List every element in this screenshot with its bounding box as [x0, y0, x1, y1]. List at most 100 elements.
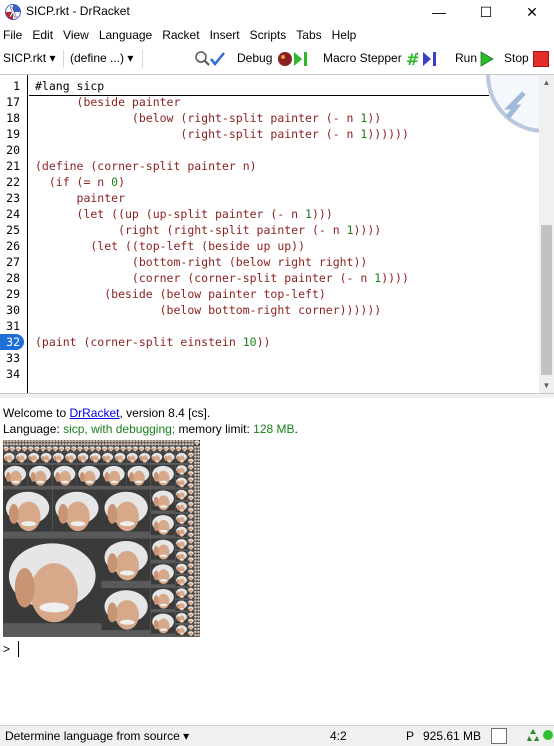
einstein-tile [196, 504, 200, 508]
menu-racket[interactable]: Racket [157, 25, 204, 45]
menu-tabs[interactable]: Tabs [291, 25, 326, 45]
einstein-tile [193, 553, 197, 557]
einstein-tile [193, 452, 197, 456]
einstein-tile [27, 443, 31, 447]
einstein-tile [150, 446, 157, 453]
einstein-tile [178, 443, 182, 447]
macro-stepper-button[interactable]: Macro Stepper [323, 51, 402, 65]
check-syntax-icon[interactable] [193, 50, 227, 68]
einstein-tile [193, 572, 197, 576]
einstein-tile [196, 541, 200, 545]
einstein-tile [126, 464, 151, 490]
menu-scripts[interactable]: Scripts [245, 25, 292, 45]
language-selector[interactable]: Determine language from source ▾ [5, 729, 189, 743]
einstein-tile [190, 440, 194, 444]
einstein-tile [150, 612, 176, 637]
repl-prompt: > [3, 642, 11, 656]
einstein-tile [193, 446, 197, 450]
line-number: 23 [6, 191, 20, 205]
menu-edit[interactable]: Edit [27, 25, 58, 45]
definitions-editor[interactable]: 1 #lang sicp ▲ ▼ 17 (beside painter 18 (b… [0, 74, 554, 394]
svg-text:': ' [416, 52, 418, 62]
einstein-tile [187, 606, 194, 613]
interactions-pane[interactable]: Welcome to DrRacket, version 8.4 [cs]. L… [0, 398, 554, 716]
language-prefix: Language: [3, 422, 64, 436]
einstein-tile [193, 630, 197, 634]
einstein-tile [196, 584, 200, 588]
welcome-message: Welcome to DrRacket, version 8.4 [cs]. [3, 405, 210, 421]
debug-button[interactable]: Debug [237, 51, 272, 65]
einstein-tile [138, 440, 142, 444]
menu-language[interactable]: Language [94, 25, 157, 45]
einstein-tile [79, 440, 84, 444]
einstein-tile [175, 464, 188, 477]
einstein-tile [21, 440, 25, 444]
einstein-tile [138, 452, 151, 465]
einstein-tile [193, 603, 197, 607]
einstein-tile [89, 452, 102, 465]
close-button[interactable]: ✕ [510, 0, 554, 24]
einstein-tile [193, 467, 197, 471]
einstein-tile [193, 470, 197, 474]
menu-view[interactable]: View [58, 25, 94, 45]
einstein-tile [175, 563, 188, 576]
line-number: 27 [6, 255, 20, 269]
einstein-tile [196, 600, 200, 604]
scroll-up-icon[interactable]: ▲ [539, 75, 554, 90]
einstein-tile [67, 440, 71, 444]
einstein-tile [196, 529, 200, 533]
einstein-tile [104, 443, 108, 447]
einstein-tile [187, 587, 194, 594]
stop-square-icon[interactable] [533, 51, 549, 67]
einstein-tile [196, 587, 200, 591]
einstein-tile [119, 443, 124, 447]
einstein-tile [196, 483, 200, 487]
memory-usage[interactable]: 925.61 MB [423, 729, 481, 743]
drracket-link[interactable]: DrRacket [69, 406, 119, 420]
line-number: 17 [6, 95, 20, 109]
einstein-tile [193, 492, 197, 496]
einstein-tile [43, 440, 47, 444]
welcome-suffix: , version 8.4 [cs]. [119, 406, 211, 420]
line-number: 29 [6, 287, 20, 301]
einstein-tile [175, 587, 188, 601]
run-button[interactable]: Run [455, 51, 477, 65]
einstein-tile [196, 569, 200, 573]
stop-button[interactable]: Stop [504, 51, 529, 65]
define-dropdown[interactable]: (define ...) ▾ [70, 51, 133, 65]
debug-icon[interactable] [277, 50, 317, 68]
menu-file[interactable]: File [0, 25, 27, 45]
einstein-tile [61, 440, 65, 444]
einstein-tile [144, 440, 148, 444]
file-dropdown[interactable]: SICP.rkt ▾ [3, 51, 55, 65]
macro-stepper-icon[interactable]: # ' [406, 50, 444, 68]
einstein-tile [150, 440, 154, 444]
einstein-tile [193, 600, 197, 604]
einstein-tile [55, 443, 59, 447]
einstein-tile [196, 544, 200, 548]
einstein-tile [135, 440, 139, 444]
einstein-tile [187, 538, 194, 545]
einstein-tile [76, 452, 90, 465]
einstein-tile [126, 446, 133, 453]
einstein-tile [196, 578, 200, 582]
maximize-button[interactable]: ☐ [463, 0, 509, 24]
menu-help[interactable]: Help [327, 25, 362, 45]
einstein-tile [196, 538, 200, 542]
einstein-tile [132, 443, 136, 447]
einstein-tile [30, 440, 34, 444]
run-arrow-icon[interactable] [479, 50, 495, 68]
einstein-tile [196, 532, 200, 536]
einstein-tile [169, 440, 173, 444]
einstein-tile [193, 520, 197, 524]
line-number: 34 [6, 367, 20, 381]
einstein-tile [187, 563, 194, 570]
einstein-tile [101, 452, 114, 465]
minimize-button[interactable]: — [416, 0, 462, 24]
einstein-tile [196, 461, 200, 465]
einstein-tile [126, 443, 130, 447]
einstein-tile [193, 627, 197, 631]
einstein-tile [172, 440, 176, 444]
menu-insert[interactable]: Insert [205, 25, 245, 45]
